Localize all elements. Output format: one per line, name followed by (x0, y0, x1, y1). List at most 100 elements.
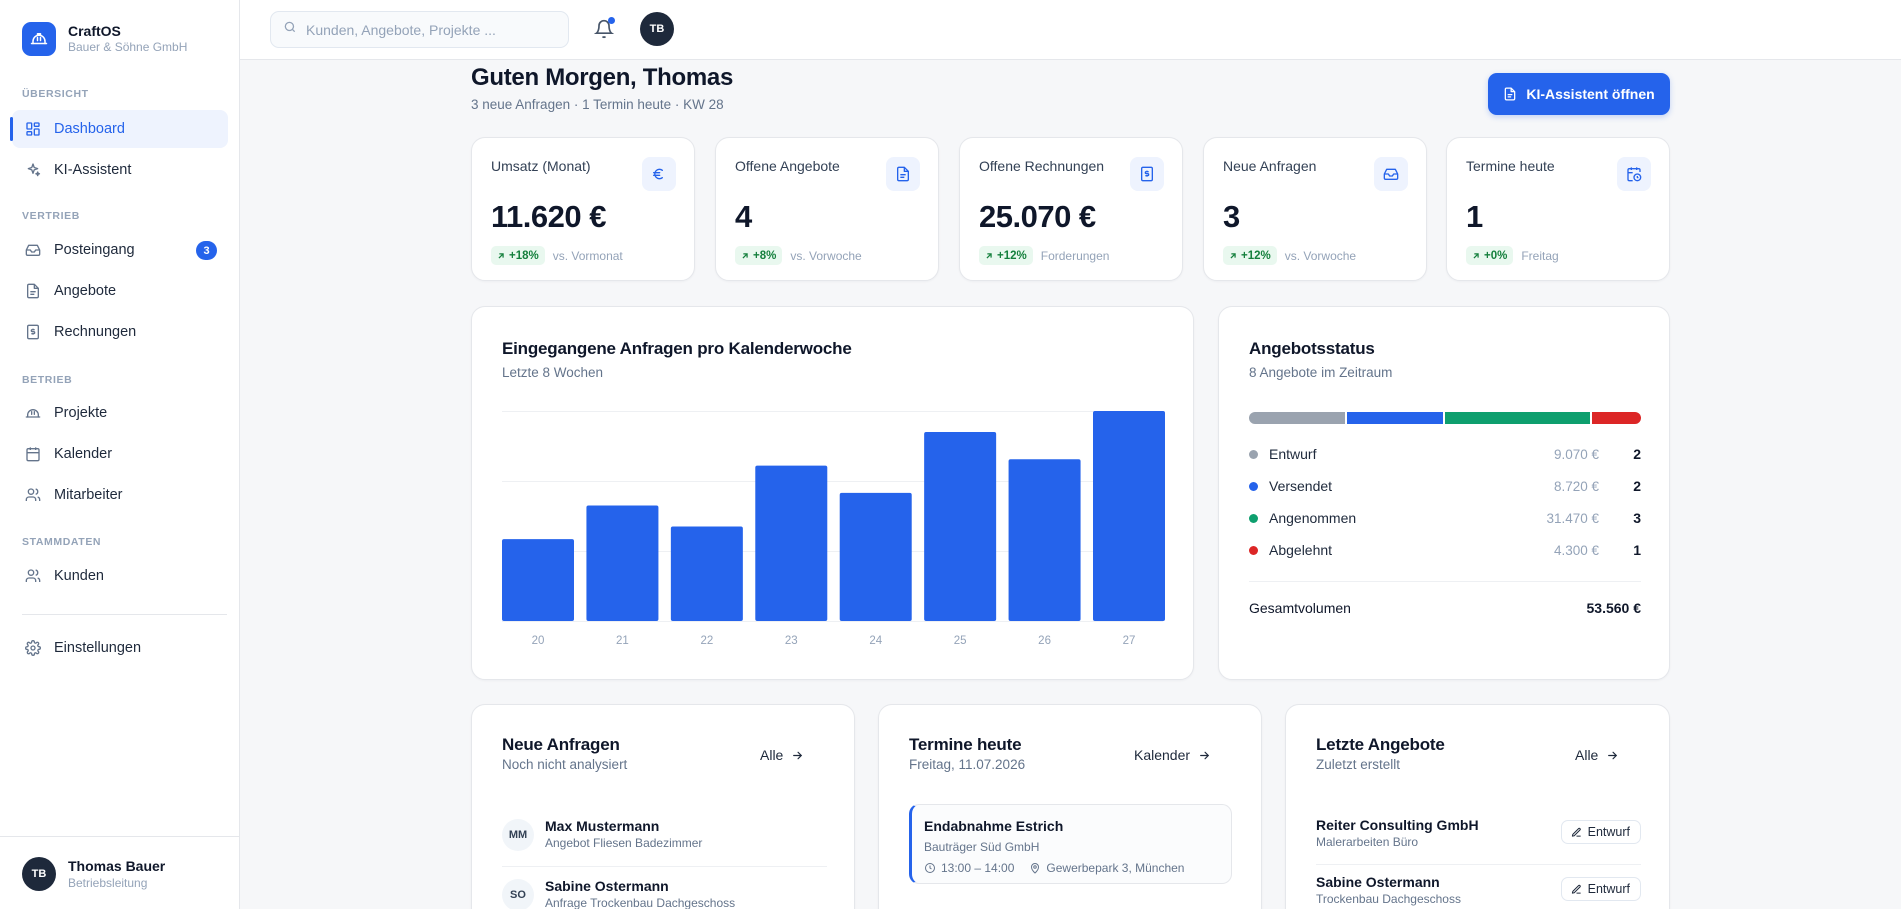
kpi-card-new-requests[interactable]: Neue Anfragen 3 +12% vs. Vorwoche (1203, 137, 1427, 281)
user-avatar-button[interactable]: TB (640, 12, 674, 46)
sidebar-item-label: Angebote (54, 283, 117, 299)
sidebar-item-dashboard[interactable]: Dashboard (10, 110, 228, 148)
kpi-card-open-invoices[interactable]: Offene Rechnungen 25.070 € +12% Forderun… (959, 137, 1183, 281)
bell-icon (592, 19, 616, 45)
chart-bar[interactable] (755, 465, 828, 621)
chart-bar[interactable] (586, 505, 659, 622)
users-icon (24, 567, 42, 585)
new-requests-all-link[interactable]: Alle (760, 747, 804, 763)
kpi-delta: +18% (491, 246, 545, 265)
sidebar-item-kunden[interactable]: Kunden (12, 557, 228, 595)
appointment-item[interactable]: Endabnahme Estrich Bauträger Süd GmbH 13… (909, 804, 1232, 884)
sidebar-item-label: Rechnungen (54, 324, 137, 340)
page-subtitle: 3 neue Anfragen · 1 Termin heute · KW 28 (471, 97, 724, 112)
notification-dot (608, 17, 615, 24)
chart-bar[interactable] (1093, 411, 1165, 621)
pencil-icon (1571, 827, 1581, 837)
recent-offers-all-link[interactable]: Alle (1575, 747, 1619, 763)
x-tick-label: 21 (616, 635, 629, 647)
sidebar-item-einstellungen[interactable]: Einstellungen (12, 629, 228, 667)
kpi-value: 3 (1223, 199, 1240, 234)
list-item[interactable]: Reiter Consulting GmbH Malerarbeiten Bür… (1316, 817, 1641, 850)
user-profile[interactable]: TB Thomas Bauer Betriebsleitung (22, 857, 165, 891)
chart-bar[interactable] (1008, 459, 1081, 621)
kpi-delta-value: +18% (509, 249, 539, 262)
hard-hat-icon (22, 22, 56, 56)
status-badge[interactable]: Entwurf (1560, 820, 1641, 844)
status-row-sent[interactable]: Versendet 8.720 € 2 (1249, 476, 1641, 496)
sidebar-item-ki-assistent[interactable]: KI-Assistent (12, 151, 228, 189)
list-item[interactable]: SO Sabine Ostermann Anfrage Trockenbau D… (502, 878, 827, 909)
search-input[interactable] (306, 21, 546, 38)
status-badge[interactable]: Entwurf (1560, 877, 1641, 901)
list-item[interactable]: MM Max Mustermann Angebot Fliesen Badezi… (502, 818, 827, 851)
sidebar-item-label: Kunden (54, 568, 104, 584)
kpi-delta-value: +12% (1241, 249, 1271, 262)
open-ki-assistant-button[interactable]: KI-Assistent öffnen (1488, 73, 1670, 115)
divider (1249, 581, 1641, 582)
document-icon (1505, 87, 1516, 101)
brand[interactable]: CraftOS Bauer & Söhne GmbH (22, 22, 187, 56)
pencil-icon (1571, 884, 1581, 894)
clock-icon (925, 863, 935, 873)
divider (502, 866, 827, 867)
recent-offers-card: Letzte Angebote Zuletzt erstellt Alle Re… (1285, 704, 1670, 909)
sidebar-item-angebote[interactable]: Angebote (12, 272, 228, 310)
status-row-accepted[interactable]: Angenommen 31.470 € 3 (1249, 508, 1641, 528)
notifications-button[interactable] (592, 17, 616, 41)
kpi-delta-value: +0% (1484, 249, 1508, 262)
chart-bar[interactable] (670, 526, 743, 622)
status-badge-label: Entwurf (1587, 882, 1630, 896)
total-label: Gesamtvolumen (1249, 600, 1351, 616)
request-description: Anfrage Trockenbau Dachgeschoss (545, 896, 736, 909)
section-label-sales: VERTRIEB (22, 210, 80, 222)
status-dot (1249, 545, 1258, 555)
offer-status-subtitle: 8 Angebote im Zeitraum (1249, 365, 1393, 380)
request-description: Angebot Fliesen Badezimmer (545, 836, 703, 850)
x-tick-label: 25 (954, 635, 967, 647)
inbox-icon (24, 241, 42, 259)
chart-bar[interactable] (502, 539, 574, 621)
euro-icon (642, 157, 676, 191)
appointment-time: 13:00 – 14:00 (941, 861, 1015, 875)
calendar-link[interactable]: Kalender (1134, 747, 1211, 763)
sidebar-item-mitarbeiter[interactable]: Mitarbeiter (12, 476, 228, 514)
users-icon (24, 486, 42, 504)
new-requests-subtitle: Noch nicht analysiert (502, 757, 628, 772)
sidebar: CraftOS Bauer & Söhne GmbH ÜBERSICHT Das… (0, 0, 240, 909)
ki-button-label: KI-Assistent öffnen (1526, 86, 1655, 102)
inbox-icon (1374, 157, 1408, 191)
status-label: Abgelehnt (1269, 542, 1333, 558)
kpi-value: 1 (1466, 199, 1483, 234)
kpi-note: vs. Vorwoche (790, 248, 862, 263)
kpi-note: Forderungen (1040, 248, 1110, 263)
kpi-delta: +8% (735, 246, 783, 265)
sidebar-item-posteingang[interactable]: Posteingang 3 (12, 231, 228, 269)
chart-bar[interactable] (924, 432, 997, 621)
sidebar-item-kalender[interactable]: Kalender (12, 435, 228, 473)
x-tick-label: 23 (785, 635, 798, 647)
kpi-card-revenue[interactable]: Umsatz (Monat) 11.620 € +18% vs. Vormona… (471, 137, 695, 281)
link-label: Kalender (1134, 747, 1191, 763)
x-tick-label: 27 (1123, 635, 1136, 647)
kpi-label: Neue Anfragen (1223, 158, 1317, 174)
document-icon (886, 157, 920, 191)
status-distribution-bar (1249, 412, 1641, 424)
sidebar-item-projekte[interactable]: Projekte (12, 394, 228, 432)
arrow-up-right-icon (1473, 252, 1479, 259)
calendar-icon (24, 445, 42, 463)
appointment-client: Bauträger Süd GmbH (924, 840, 1040, 854)
avatar: SO (502, 878, 534, 909)
chart-bar[interactable] (839, 492, 912, 621)
status-dot (1249, 449, 1258, 459)
kpi-card-open-offers[interactable]: Offene Angebote 4 +8% vs. Vorwoche (715, 137, 939, 281)
status-amount: 31.470 € (1546, 510, 1599, 526)
sidebar-item-label: Mitarbeiter (54, 487, 123, 503)
search-box[interactable] (270, 11, 569, 48)
gear-icon (24, 639, 42, 657)
kpi-card-appointments-today[interactable]: Termine heute 1 +0% Freitag (1446, 137, 1670, 281)
status-row-draft[interactable]: Entwurf 9.070 € 2 (1249, 444, 1641, 464)
list-item[interactable]: Sabine Ostermann Trockenbau Dachgeschoss… (1316, 874, 1641, 907)
status-row-rejected[interactable]: Abgelehnt 4.300 € 1 (1249, 540, 1641, 560)
sidebar-item-rechnungen[interactable]: Rechnungen (12, 313, 228, 351)
